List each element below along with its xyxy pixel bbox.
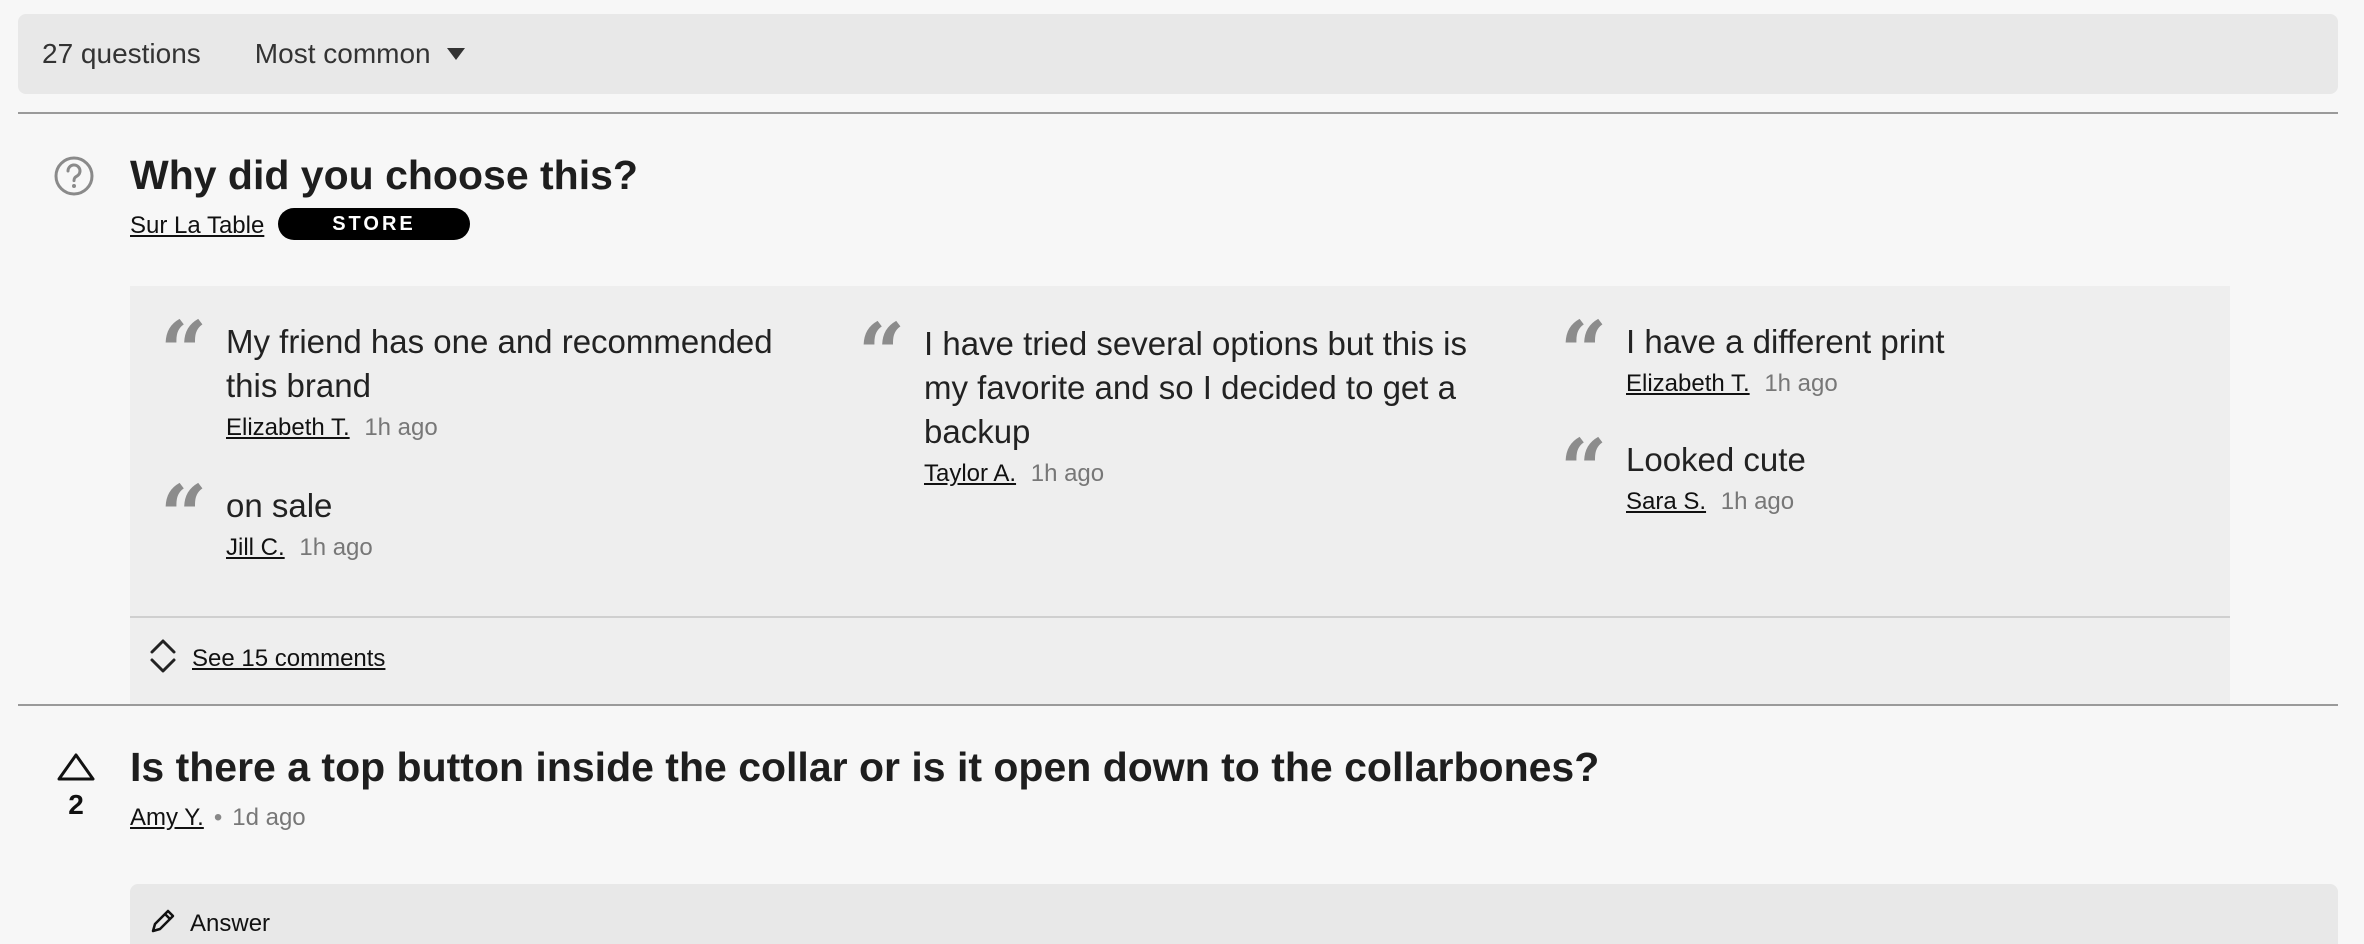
answer-meta: Jill C. 1h ago [226, 532, 786, 564]
pencil-icon [148, 906, 178, 941]
divider [18, 704, 2338, 706]
answer-time: 1h ago [1764, 370, 1838, 397]
answer-time: 1h ago [364, 414, 438, 441]
answer-item: “ My friend has one and recommended this… [160, 312, 786, 444]
answer-text: Looked cute [1626, 441, 1806, 478]
answer-author-link[interactable]: Elizabeth T. [226, 414, 350, 441]
answer-button[interactable]: Answer [148, 906, 270, 941]
divider [130, 616, 2230, 618]
question-count: 27 questions [42, 38, 201, 69]
questions-toolbar: 27 questions Most common [18, 14, 2338, 94]
answer-text: on sale [226, 487, 333, 524]
quote-icon: “ [1560, 430, 1608, 490]
answer-time: 1h ago [1720, 488, 1795, 515]
answer-author-link[interactable]: Taylor A. [924, 460, 1016, 487]
answer-text: I have a different print [1626, 323, 1945, 360]
quote-icon: “ [858, 314, 906, 374]
question-meta: Amy Y. • 1d ago [130, 804, 306, 832]
answer-item: “ Looked cute Sara S. 1h ago [1560, 430, 2186, 518]
upvote-control[interactable]: 2 [54, 752, 98, 821]
quote-icon: “ [1560, 312, 1608, 372]
quote-icon: “ [160, 476, 208, 536]
answer-button-label: Answer [190, 909, 271, 937]
sort-dropdown-label: Most common [254, 38, 431, 69]
quote-icon: “ [160, 312, 208, 372]
answer-time: 1h ago [299, 534, 373, 561]
answer-time: 1h ago [1030, 460, 1105, 487]
question-author-link[interactable]: Amy Y. [130, 804, 204, 831]
answer-item: “ I have tried several options but this … [858, 314, 1504, 490]
answer-meta: Taylor A. 1h ago [924, 458, 1504, 490]
vote-count: 2 [68, 789, 84, 820]
answer-text: I have tried several options but this is… [924, 325, 1467, 450]
answer-bar: Answer [130, 884, 2338, 944]
see-comments-label: See 15 comments [192, 644, 386, 672]
answers-panel: “ My friend has one and recommended this… [130, 286, 2230, 704]
answer-meta: Elizabeth T. 1h ago [226, 412, 786, 444]
store-badge: STORE [278, 208, 470, 240]
divider [18, 112, 2338, 114]
answer-meta: Elizabeth T. 1h ago [1626, 368, 2186, 400]
answer-author-link[interactable]: Sara S. [1626, 488, 1706, 515]
question-title: Is there a top button inside the collar … [130, 744, 1600, 790]
answer-author-link[interactable]: Elizabeth T. [1626, 370, 1750, 397]
upvote-triangle-icon[interactable] [56, 753, 96, 786]
answer-text: My friend has one and recommended this b… [226, 323, 773, 404]
answer-meta: Sara S. 1h ago [1626, 486, 2186, 518]
see-comments-button[interactable]: See 15 comments [148, 636, 385, 681]
answer-author-link[interactable]: Jill C. [226, 534, 285, 561]
expand-chevrons-icon [148, 636, 178, 681]
question-time: 1d ago [232, 804, 306, 831]
caret-down-icon [446, 48, 465, 60]
meta-separator: • [213, 804, 223, 831]
question-title: Why did you choose this? [130, 152, 638, 198]
answer-item: “ on sale Jill C. 1h ago [160, 476, 786, 564]
answer-item: “ I have a different print Elizabeth T. … [1560, 312, 2186, 400]
question-circle-icon [54, 156, 94, 201]
store-name-link[interactable]: Sur La Table [130, 212, 264, 240]
sort-dropdown[interactable]: Most common [255, 38, 465, 70]
